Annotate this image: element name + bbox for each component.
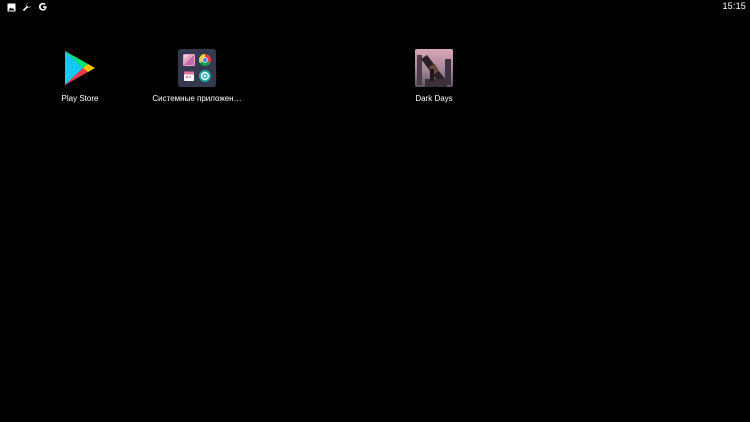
clock: 15:15 [722,1,746,11]
google-icon [38,2,48,12]
folder-preview [178,49,216,87]
status-bar: 15:15 [0,0,750,14]
play-store-icon[interactable] [60,48,100,88]
wrench-icon [22,2,32,12]
app-dark-days[interactable]: Dark Days [374,48,494,103]
calendar-app-icon [182,70,196,84]
gallery-app-icon [182,53,196,67]
app-label-play-store: Play Store [61,94,99,103]
gallery-icon [6,2,16,12]
chrome-icon [199,53,213,67]
dark-days-artwork [415,49,453,87]
app-label-dark-days: Dark Days [415,94,453,103]
home-screen: 15:15 Play Store Системные приложен… Dar… [0,0,750,422]
notification-icons [6,2,48,12]
folder-icon[interactable] [177,48,217,88]
dark-days-icon[interactable] [414,48,454,88]
app-label-system-apps: Системные приложен… [152,94,242,103]
settings-gear-icon [199,70,213,84]
app-folder-system-apps[interactable]: Системные приложен… [137,48,257,103]
app-play-store[interactable]: Play Store [20,48,140,103]
